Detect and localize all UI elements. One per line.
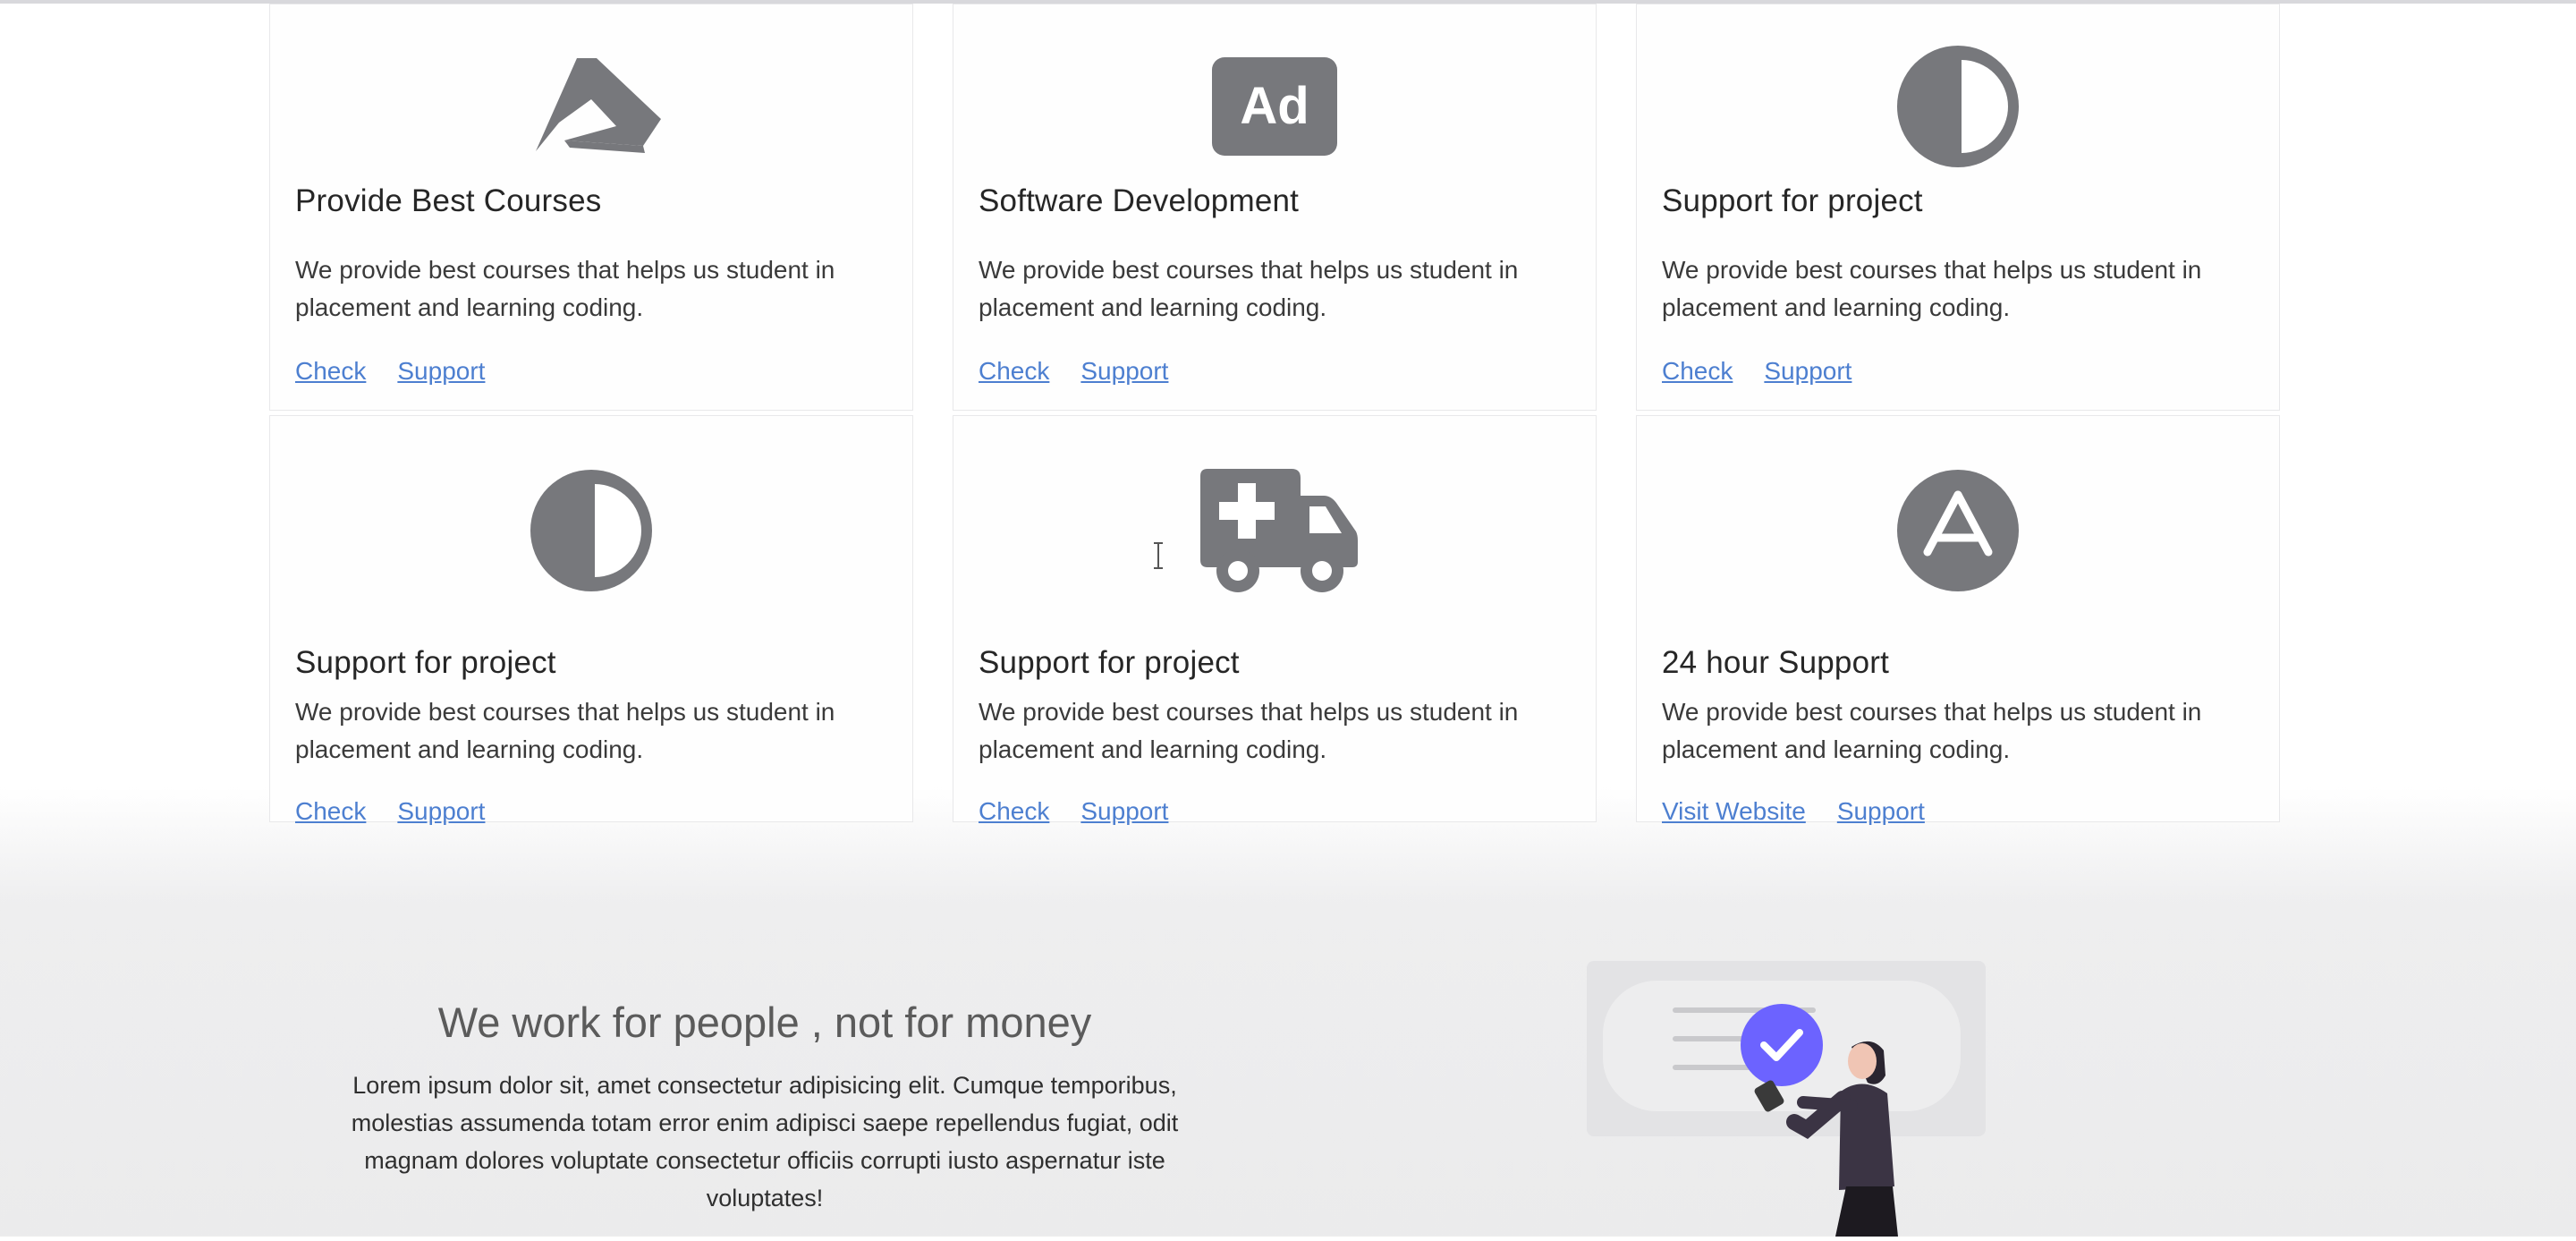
- visit-website-link[interactable]: Visit Website: [1662, 797, 1806, 826]
- card-title: Provide Best Courses: [295, 183, 602, 218]
- service-card: Ad Software Development We provide best …: [953, 4, 1597, 411]
- check-link[interactable]: Check: [979, 797, 1049, 826]
- support-link[interactable]: Support: [397, 797, 485, 826]
- service-card: Support for project We provide best cour…: [953, 415, 1597, 825]
- card-links: Check Support: [1662, 357, 1852, 386]
- card-title: Support for project: [1662, 183, 1923, 218]
- support-link[interactable]: Support: [1080, 797, 1168, 826]
- avianex-logo-icon: [270, 46, 912, 167]
- service-card: 24 hour Support We provide best courses …: [1636, 415, 2280, 825]
- check-link[interactable]: Check: [1662, 357, 1733, 386]
- services-grid: Provide Best Courses We provide best cou…: [269, 4, 2282, 852]
- card-links: Visit Website Support: [1662, 797, 1925, 826]
- card-text: We provide best courses that helps us st…: [1662, 698, 2202, 763]
- app-store-logo-icon: [1637, 470, 2279, 591]
- service-card: Support for project We provide best cour…: [269, 415, 913, 825]
- card-text: We provide best courses that helps us st…: [1662, 256, 2202, 321]
- card-text: We provide best courses that helps us st…: [979, 698, 1519, 763]
- hero-body: Lorem ipsum dolor sit, amet consectetur …: [351, 1072, 1179, 1211]
- support-link[interactable]: Support: [1837, 797, 1925, 826]
- support-link[interactable]: Support: [1764, 357, 1852, 386]
- card-title: 24 hour Support: [1662, 645, 1890, 680]
- hero-illustration: [1583, 957, 1995, 1237]
- hero-title: We work for people , not for money: [437, 999, 1092, 1046]
- check-link[interactable]: Check: [979, 357, 1049, 386]
- adjust-contrast-icon: [1637, 46, 2279, 167]
- ad-icon: Ad: [953, 46, 1596, 167]
- card-title: Software Development: [979, 183, 1300, 218]
- support-link[interactable]: Support: [397, 357, 485, 386]
- svg-text:Ad: Ad: [1240, 77, 1309, 135]
- card-links: Check Support: [979, 357, 1168, 386]
- card-title: Support for project: [979, 645, 1240, 680]
- check-link[interactable]: Check: [295, 797, 366, 826]
- card-text: We provide best courses that helps us st…: [295, 256, 835, 321]
- check-link[interactable]: Check: [295, 357, 366, 386]
- service-card: Support for project We provide best cour…: [1636, 4, 2280, 411]
- card-links: Check Support: [979, 797, 1168, 826]
- adjust-contrast-icon: [270, 470, 912, 591]
- card-text: We provide best courses that helps us st…: [295, 698, 835, 763]
- card-links: Check Support: [295, 357, 485, 386]
- text-cursor-icon: [1154, 542, 1163, 569]
- support-link[interactable]: Support: [1080, 357, 1168, 386]
- service-card: Provide Best Courses We provide best cou…: [269, 4, 913, 411]
- card-title: Support for project: [295, 645, 556, 680]
- ambulance-icon: [953, 469, 1596, 592]
- card-links: Check Support: [295, 797, 485, 826]
- card-text: We provide best courses that helps us st…: [979, 256, 1519, 321]
